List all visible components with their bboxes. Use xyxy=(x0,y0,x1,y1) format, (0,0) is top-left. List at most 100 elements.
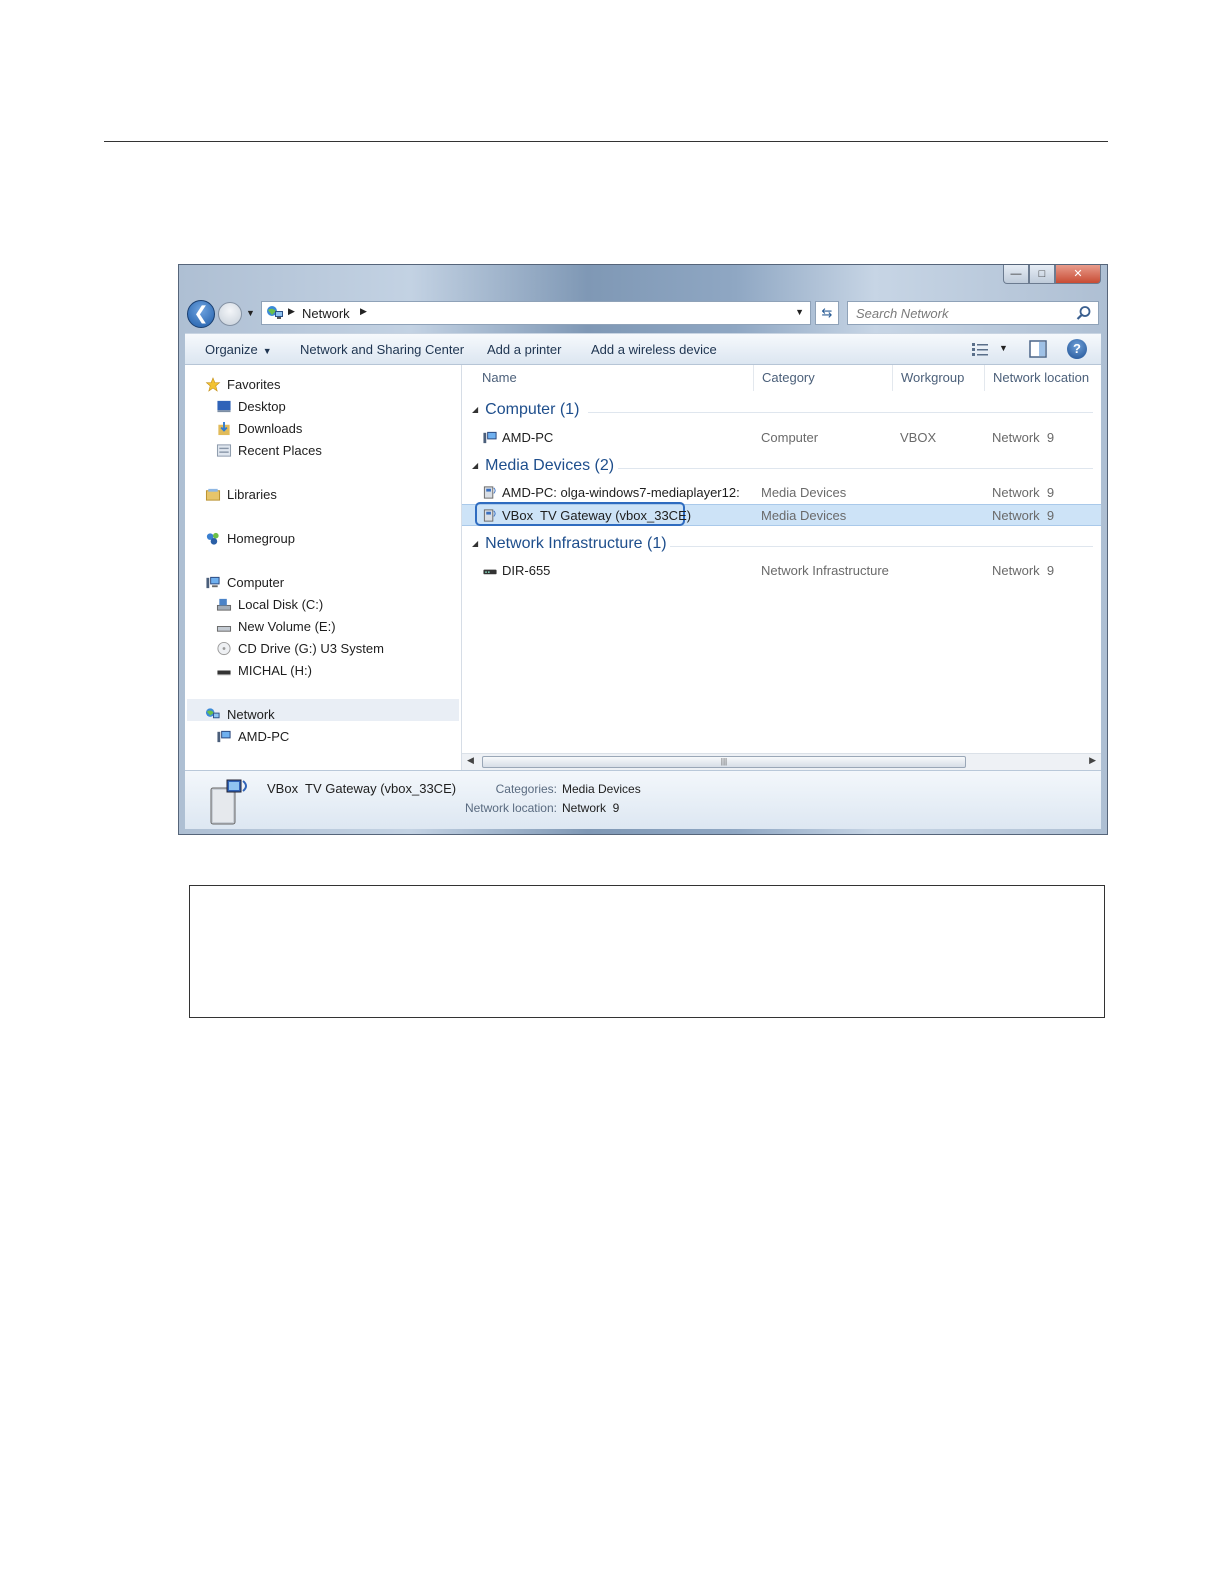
group-header-network-infrastructure[interactable]: ◢ Network Infrastructure (1) xyxy=(472,535,667,553)
refresh-button[interactable]: ⇆ xyxy=(815,301,839,325)
search-icon[interactable] xyxy=(1076,305,1092,321)
row-category: Computer xyxy=(761,430,819,445)
network-sharing-center-button[interactable]: Network and Sharing Center xyxy=(300,342,464,357)
organize-label: Organize xyxy=(205,342,258,357)
recent-places-icon xyxy=(216,444,232,457)
nav-desktop[interactable]: Desktop xyxy=(216,399,286,414)
collapse-icon: ◢ xyxy=(472,461,479,470)
row-name: DIR-655 xyxy=(502,563,551,578)
computer-icon xyxy=(217,730,231,743)
star-icon xyxy=(205,377,221,392)
close-button[interactable]: ✕ xyxy=(1055,265,1101,284)
recent-pages-dropdown[interactable]: ▼ xyxy=(246,308,255,318)
usb-drive-icon xyxy=(217,670,231,676)
computer-icon xyxy=(206,576,220,589)
nav-new-volume-label: New Volume (E:) xyxy=(238,619,336,634)
column-header-name[interactable]: Name xyxy=(462,365,753,391)
nav-desktop-label: Desktop xyxy=(238,399,286,414)
details-location-label: Network location: xyxy=(464,801,557,815)
empty-note-box xyxy=(189,885,1105,1018)
network-icon xyxy=(267,306,283,319)
details-categories-label: Categories: xyxy=(495,782,557,796)
navigation-pane: Favorites Desktop Downloads Recent Place… xyxy=(185,365,462,770)
maximize-button[interactable]: □ xyxy=(1029,265,1055,284)
nav-libraries-label: Libraries xyxy=(227,487,277,502)
nav-favorites-label: Favorites xyxy=(227,377,281,392)
column-header-network-location[interactable]: Network location xyxy=(984,365,1101,391)
row-name: VBox TV Gateway (vbox_33CE) xyxy=(502,508,692,523)
group-header-media-devices[interactable]: ◢ Media Devices (2) xyxy=(472,457,614,475)
cd-drive-icon xyxy=(217,641,231,656)
minimize-button[interactable]: — xyxy=(1003,265,1029,284)
search-box[interactable] xyxy=(847,301,1099,325)
explorer-window: — □ ✕ ❮ ▼ ▶ Network ▶ ▼ ⇆ O xyxy=(178,264,1108,835)
change-view-icon[interactable] xyxy=(971,341,989,357)
breadcrumb-network[interactable]: Network xyxy=(302,306,350,321)
desktop-icon xyxy=(217,400,231,413)
caption-buttons: — □ ✕ xyxy=(1003,265,1101,285)
network-icon xyxy=(205,708,220,719)
nav-homegroup[interactable]: Homegroup xyxy=(205,531,295,546)
nav-computer[interactable]: Computer xyxy=(205,575,284,590)
nav-downloads-label: Downloads xyxy=(238,421,303,436)
nav-favorites[interactable]: Favorites xyxy=(205,377,280,392)
downloads-icon xyxy=(218,421,230,436)
group-computer-label: Computer (1) xyxy=(485,401,580,418)
add-printer-button[interactable]: Add a printer xyxy=(487,342,561,357)
nav-downloads[interactable]: Downloads xyxy=(216,421,302,436)
add-wireless-device-button[interactable]: Add a wireless device xyxy=(591,342,717,357)
scroll-right-arrow-icon[interactable]: ▶ xyxy=(1089,755,1096,766)
organize-button[interactable]: Organize ▼ xyxy=(205,342,272,357)
nav-network-label: Network xyxy=(227,707,275,722)
page-rule xyxy=(104,141,1108,142)
homegroup-icon xyxy=(206,532,219,545)
breadcrumb-separator[interactable]: ▶ xyxy=(360,306,367,317)
row-name: AMD-PC: olga-windows7-mediaplayer12: xyxy=(502,485,740,500)
view-options-dropdown[interactable]: ▼ xyxy=(999,343,1008,353)
nav-libraries[interactable]: Libraries xyxy=(205,487,277,502)
row-workgroup: VBOX xyxy=(900,430,937,445)
nav-michal-h[interactable]: MICHAL (H:) xyxy=(216,663,312,678)
scrollbar-thumb[interactable]: ||| xyxy=(482,756,966,768)
nav-local-disk-c[interactable]: Local Disk (C:) xyxy=(216,597,323,612)
row-location: Network 9 xyxy=(992,508,1055,523)
router-icon xyxy=(483,569,497,575)
forward-button[interactable] xyxy=(218,302,242,326)
media-device-icon xyxy=(483,509,496,522)
table-row[interactable]: DIR-655 Network Infrastructure Network 9 xyxy=(462,560,1101,582)
collapse-icon: ◢ xyxy=(472,405,479,414)
nav-computer-label: Computer xyxy=(227,575,285,590)
search-input[interactable] xyxy=(854,305,1068,322)
nav-cd-drive-g[interactable]: CD Drive (G:) U3 System xyxy=(216,641,384,656)
libraries-icon xyxy=(205,488,221,501)
address-dropdown[interactable]: ▼ xyxy=(795,307,804,317)
back-button[interactable]: ❮ xyxy=(187,300,215,328)
nav-amd-pc[interactable]: AMD-PC xyxy=(216,729,289,744)
table-row[interactable]: AMD-PC Computer VBOX Network 9 xyxy=(462,427,1101,449)
address-bar[interactable]: ▶ Network ▶ ▼ xyxy=(261,301,811,325)
drive-icon xyxy=(216,626,232,632)
nav-new-volume-e[interactable]: New Volume (E:) xyxy=(216,619,336,634)
table-row[interactable]: AMD-PC: olga-windows7-mediaplayer12: Med… xyxy=(462,482,1101,504)
scroll-left-arrow-icon[interactable]: ◀ xyxy=(467,755,474,766)
horizontal-scrollbar[interactable]: ◀ ||| ▶ xyxy=(462,753,1101,770)
help-icon[interactable]: ? xyxy=(1067,339,1087,359)
row-category: Media Devices xyxy=(761,508,847,523)
breadcrumb-separator[interactable]: ▶ xyxy=(288,306,295,317)
group-header-computer[interactable]: ◢ Computer (1) xyxy=(472,401,579,419)
preview-pane-icon[interactable] xyxy=(1029,340,1047,358)
details-pane: VBox TV Gateway (vbox_33CE) Categories: … xyxy=(185,770,1101,829)
nav-network[interactable]: Network xyxy=(187,699,459,722)
chevron-down-icon: ▼ xyxy=(262,346,272,356)
group-divider xyxy=(670,546,1093,547)
media-device-icon xyxy=(483,486,496,499)
nav-michal-label: MICHAL (H:) xyxy=(238,663,312,678)
nav-recent-places[interactable]: Recent Places xyxy=(216,443,322,458)
column-header-workgroup[interactable]: Workgroup xyxy=(892,365,984,391)
column-header-category[interactable]: Category xyxy=(753,365,892,391)
row-category: Media Devices xyxy=(761,485,847,500)
row-location: Network 9 xyxy=(992,485,1055,500)
nav-local-disk-label: Local Disk (C:) xyxy=(238,597,324,612)
table-row-selected[interactable]: VBox TV Gateway (vbox_33CE) Media Device… xyxy=(462,502,1101,526)
nav-recent-places-label: Recent Places xyxy=(238,443,322,458)
